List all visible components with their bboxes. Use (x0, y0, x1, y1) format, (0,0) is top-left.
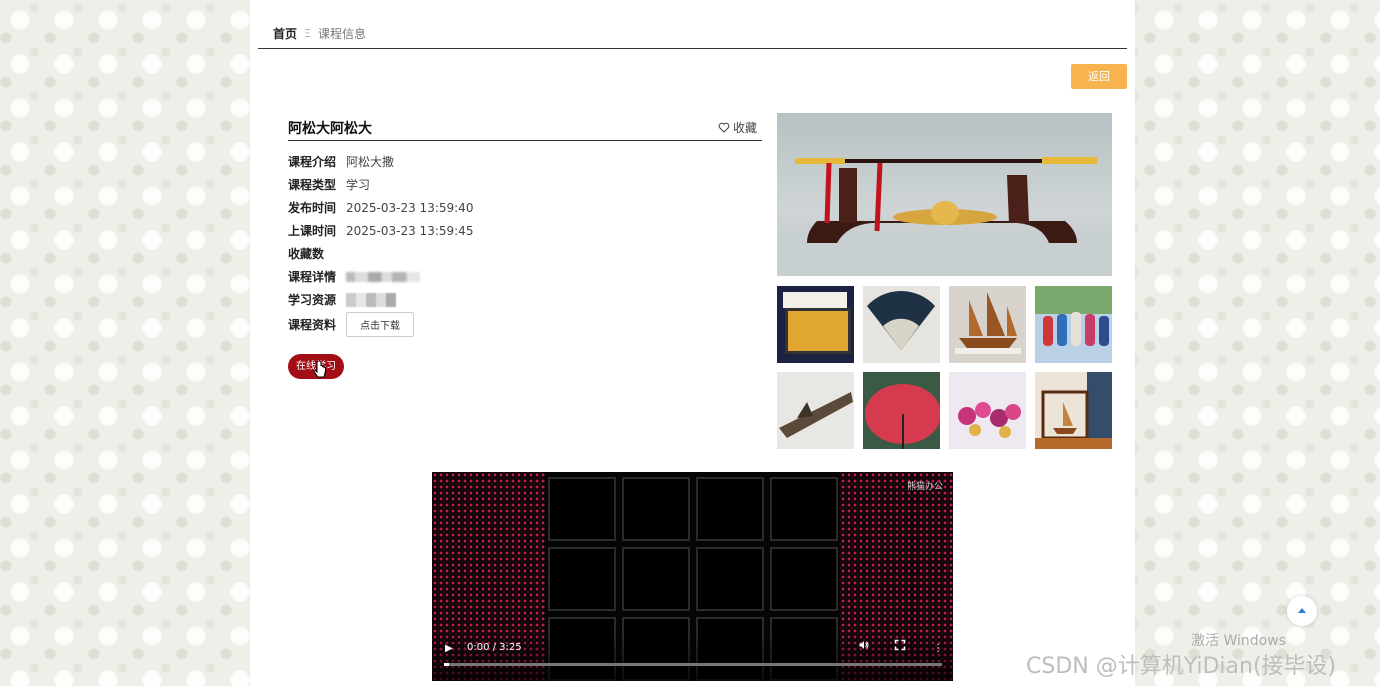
course-detail-panel: 首页 Ξ 课程信息 返回 阿松大阿松大 收藏 课程介绍 阿松大撒 课程类型 学习… (250, 0, 1135, 686)
volume-icon[interactable] (858, 639, 870, 654)
breadcrumb: 首页 Ξ 课程信息 (273, 25, 366, 42)
info-row-publish-time: 发布时间 2025-03-23 13:59:40 (288, 199, 748, 216)
info-value: 阿松大撒 (346, 155, 395, 169)
mouse-cursor-icon (313, 360, 327, 383)
info-row-resources: 学习资源 (288, 291, 748, 308)
more-options-icon[interactable]: ⋮ (933, 643, 943, 654)
info-label: 发布时间 (288, 201, 337, 215)
video-controls: ▶ 0:00 / 3:25 ⋮ (432, 631, 953, 681)
thumbnail-image[interactable] (1035, 286, 1112, 363)
scroll-to-top-button[interactable] (1287, 596, 1317, 626)
info-label: 学习资源 (288, 293, 337, 307)
info-value: 2025-03-23 13:59:40 (346, 200, 474, 215)
main-course-image (777, 113, 1112, 276)
thumbnail-image[interactable] (777, 372, 854, 449)
thumbnail-image[interactable] (1035, 372, 1112, 449)
download-button[interactable]: 点击下载 (346, 312, 414, 337)
thumbnail-image[interactable] (777, 286, 854, 363)
info-row-favorites-count: 收藏数 (288, 245, 748, 262)
csdn-watermark: CSDN @计算机YiDian(接毕设) (1026, 654, 1337, 679)
info-row-type: 课程类型 学习 (288, 176, 748, 193)
favorite-label: 收藏 (733, 121, 758, 135)
info-label: 上课时间 (288, 224, 337, 238)
course-title: 阿松大阿松大 (288, 121, 372, 137)
thumbnail-image[interactable] (949, 372, 1026, 449)
info-label: 课程介绍 (288, 155, 337, 169)
back-button[interactable]: 返回 (1071, 64, 1127, 89)
title-divider (288, 140, 762, 141)
info-row-materials: 课程资料 点击下载 (288, 312, 748, 337)
info-label: 课程详情 (288, 270, 337, 284)
info-row-details: 课程详情 (288, 268, 748, 285)
thumbnail-image[interactable] (863, 372, 940, 449)
thumbnail-image[interactable] (949, 286, 1026, 363)
breadcrumb-separator: Ξ (304, 27, 311, 40)
video-watermark: 熊猫办公 (906, 482, 943, 492)
video-player[interactable]: 熊猫办公 ▶ 0:00 / 3:25 ⋮ (432, 472, 953, 681)
info-value: 学习 (346, 178, 371, 192)
breadcrumb-divider (258, 48, 1127, 49)
info-row-class-time: 上课时间 2025-03-23 13:59:45 (288, 222, 748, 239)
play-icon[interactable]: ▶ (445, 643, 453, 654)
favorite-button[interactable]: 收藏 (718, 119, 757, 136)
arrow-up-icon (1298, 608, 1306, 613)
breadcrumb-home[interactable]: 首页 (273, 25, 297, 42)
fullscreen-icon[interactable] (894, 639, 906, 654)
info-row-intro: 课程介绍 阿松大撒 (288, 153, 748, 170)
breadcrumb-current: 课程信息 (317, 27, 366, 41)
blurred-details (346, 271, 420, 282)
info-label: 课程资料 (288, 318, 337, 332)
info-value: 2025-03-23 13:59:45 (346, 223, 474, 238)
windows-activation-watermark: 激活 Windows (1191, 633, 1286, 649)
heart-icon (718, 122, 730, 133)
thumbnail-image[interactable] (863, 286, 940, 363)
blurred-resource-image (346, 292, 396, 307)
info-label: 课程类型 (288, 178, 337, 192)
video-time: 0:00 / 3:25 (467, 642, 522, 653)
video-progress-bar[interactable] (444, 663, 942, 666)
info-label: 收藏数 (288, 247, 325, 261)
video-progress-fill (444, 663, 449, 666)
